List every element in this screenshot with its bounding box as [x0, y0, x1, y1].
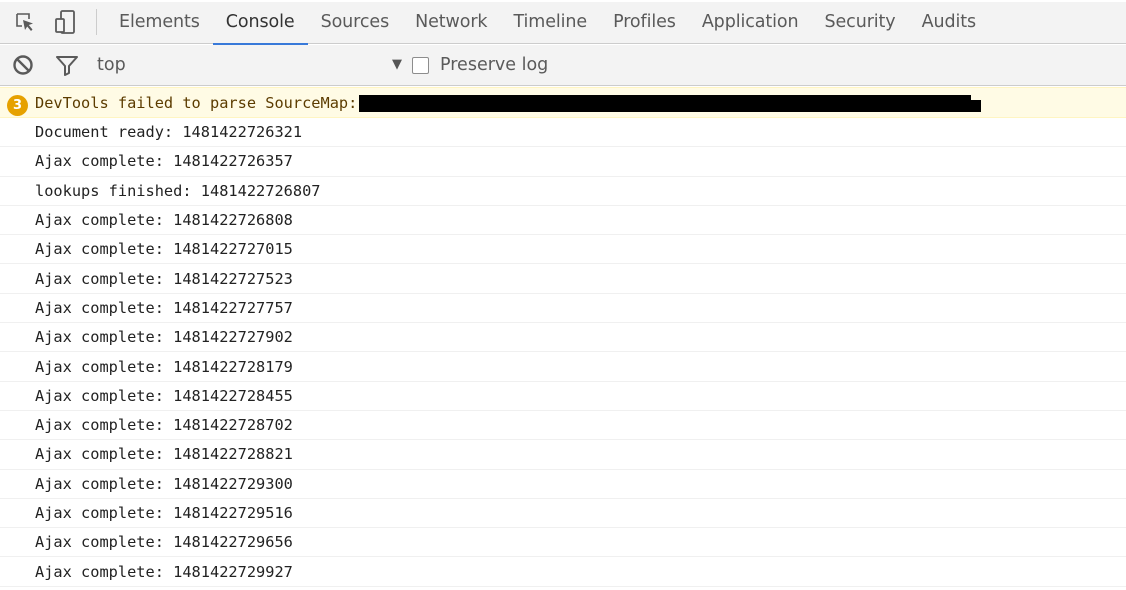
preserve-log-checkbox[interactable] — [412, 56, 429, 74]
warning-count-badge: 3 — [7, 95, 28, 116]
console-message[interactable]: Ajax complete: 1481422728821 — [0, 440, 1126, 470]
device-toolbar-icon[interactable] — [46, 0, 86, 44]
console-message-text: Ajax complete: 1481422727523 — [35, 269, 293, 288]
preserve-log-label: Preserve log — [440, 55, 549, 75]
tab-network[interactable]: Network — [402, 0, 500, 44]
tab-profiles[interactable]: Profiles — [600, 0, 689, 44]
tab-console[interactable]: Console — [212, 0, 308, 45]
console-message-text: Ajax complete: 1481422727902 — [35, 328, 293, 347]
console-message[interactable]: Ajax complete: 1481422727523 — [0, 264, 1126, 294]
console-message-text: Document ready: 1481422726321 — [35, 123, 303, 142]
tab-elements[interactable]: Elements — [106, 0, 213, 44]
console-message[interactable]: lookups finished: 1481422726807 — [0, 177, 1126, 206]
console-message-text: Ajax complete: 1481422729516 — [35, 504, 293, 522]
console-message[interactable]: Ajax complete: 1481422728702 — [0, 411, 1126, 441]
clear-console-icon[interactable] — [0, 45, 46, 86]
redacted-block — [359, 95, 982, 112]
dropdown-arrow-icon: ▼ — [392, 56, 402, 72]
console-message[interactable]: Ajax complete: 1481422728179 — [0, 352, 1126, 382]
console-message[interactable]: Ajax complete: 1481422729927 — [0, 557, 1126, 587]
console-message[interactable]: Ajax complete: 1481422727015 — [0, 235, 1126, 265]
context-value: top — [97, 55, 126, 75]
tab-application[interactable]: Application — [689, 0, 812, 44]
console-message-text: lookups finished: 1481422726807 — [35, 181, 321, 200]
console-message[interactable]: Ajax complete: 1481422726357 — [0, 147, 1126, 177]
console-message[interactable]: Ajax complete: 1481422726808 — [0, 206, 1126, 236]
console-message-text: Ajax complete: 1481422727757 — [35, 298, 293, 317]
console-message-text: Ajax complete: 1481422729656 — [35, 533, 293, 552]
tab-audits[interactable]: Audits — [909, 0, 989, 44]
console-message[interactable]: Ajax complete: 1481422729656 — [0, 528, 1126, 558]
tab-sources[interactable]: Sources — [308, 0, 403, 44]
warning-message[interactable]: 3 DevTools failed to parse SourceMap: — [0, 87, 1126, 118]
devtools-tab-bar: Elements Console Sources Network Timeline Pro… — [0, 0, 1126, 45]
warning-text: DevTools failed to parse SourceMap: — [35, 93, 358, 112]
inspect-element-icon[interactable] — [4, 0, 46, 44]
context-selector[interactable]: top ▼ — [88, 45, 412, 86]
console-message-text: Ajax complete: 1481422729300 — [35, 474, 293, 493]
console-message-text: Ajax complete: 1481422728702 — [35, 416, 293, 435]
console-messages: 3 DevTools failed to parse SourceMap: Do… — [0, 87, 1126, 587]
tab-timeline[interactable]: Timeline — [500, 0, 600, 44]
console-message-text: Ajax complete: 1481422728179 — [35, 357, 293, 376]
console-message[interactable]: Ajax complete: 1481422727902 — [0, 323, 1126, 353]
console-message[interactable]: Ajax complete: 1481422729516 — [0, 499, 1126, 529]
console-message[interactable]: Ajax complete: 1481422727757 — [0, 294, 1126, 324]
console-message-text: Ajax complete: 1481422728455 — [35, 386, 293, 405]
tab-security[interactable]: Security — [812, 0, 909, 44]
console-message-text: Ajax complete: 1481422727015 — [35, 240, 293, 259]
console-message-text: Ajax complete: 1481422729927 — [35, 562, 293, 581]
console-toolbar: top ▼ Preserve log — [0, 45, 1126, 86]
console-message-text: Ajax complete: 1481422726357 — [35, 152, 293, 171]
console-message[interactable]: Ajax complete: 1481422729300 — [0, 470, 1126, 499]
console-message[interactable]: Document ready: 1481422726321 — [0, 118, 1126, 148]
toolbar-separator — [96, 8, 97, 35]
console-message[interactable]: Ajax complete: 1481422728455 — [0, 382, 1126, 411]
preserve-log-toggle[interactable]: Preserve log — [412, 45, 548, 86]
console-message-text: Ajax complete: 1481422726808 — [35, 211, 293, 230]
console-message-text: Ajax complete: 1481422728821 — [35, 445, 293, 464]
filter-icon[interactable] — [46, 45, 88, 86]
panel-tabs: Elements Console Sources Network Timeline Pro… — [106, 0, 989, 45]
